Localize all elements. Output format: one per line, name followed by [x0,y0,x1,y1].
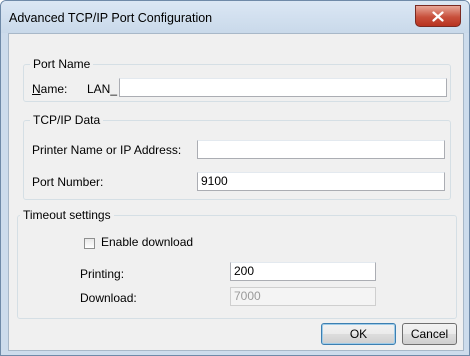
port-number-label: Port Number: [32,175,104,189]
name-prefix-text: LAN_ [87,82,118,96]
port-number-input[interactable]: 9100 [197,172,445,191]
tcpip-data-group-label: TCP/IP Data [30,113,104,127]
title-bar[interactable]: Advanced TCP/IP Port Configuration [1,1,469,33]
timeout-group-label: Timeout settings [20,208,114,222]
printer-name-input[interactable] [197,140,445,159]
ok-button[interactable]: OK [321,323,396,345]
port-name-group-label: Port Name [30,57,94,71]
printing-input[interactable]: 200 [230,262,376,281]
download-input: 7000 [230,287,376,306]
name-label: Name: [32,82,68,96]
cancel-button[interactable]: Cancel [402,323,457,345]
enable-download-label[interactable]: Enable download [101,235,193,249]
enable-download-checkbox[interactable] [84,238,95,249]
printing-label: Printing: [80,267,125,281]
close-icon [432,10,444,22]
download-label: Download: [80,291,137,305]
window-title: Advanced TCP/IP Port Configuration [9,11,213,25]
dialog-client: Port Name Name: LAN_ TCP/IP Data Printer… [8,33,464,351]
name-input[interactable] [119,78,447,97]
close-button[interactable] [415,5,461,27]
dialog-window: Advanced TCP/IP Port Configuration Port … [0,0,470,356]
printer-name-label: Printer Name or IP Address: [32,143,182,157]
